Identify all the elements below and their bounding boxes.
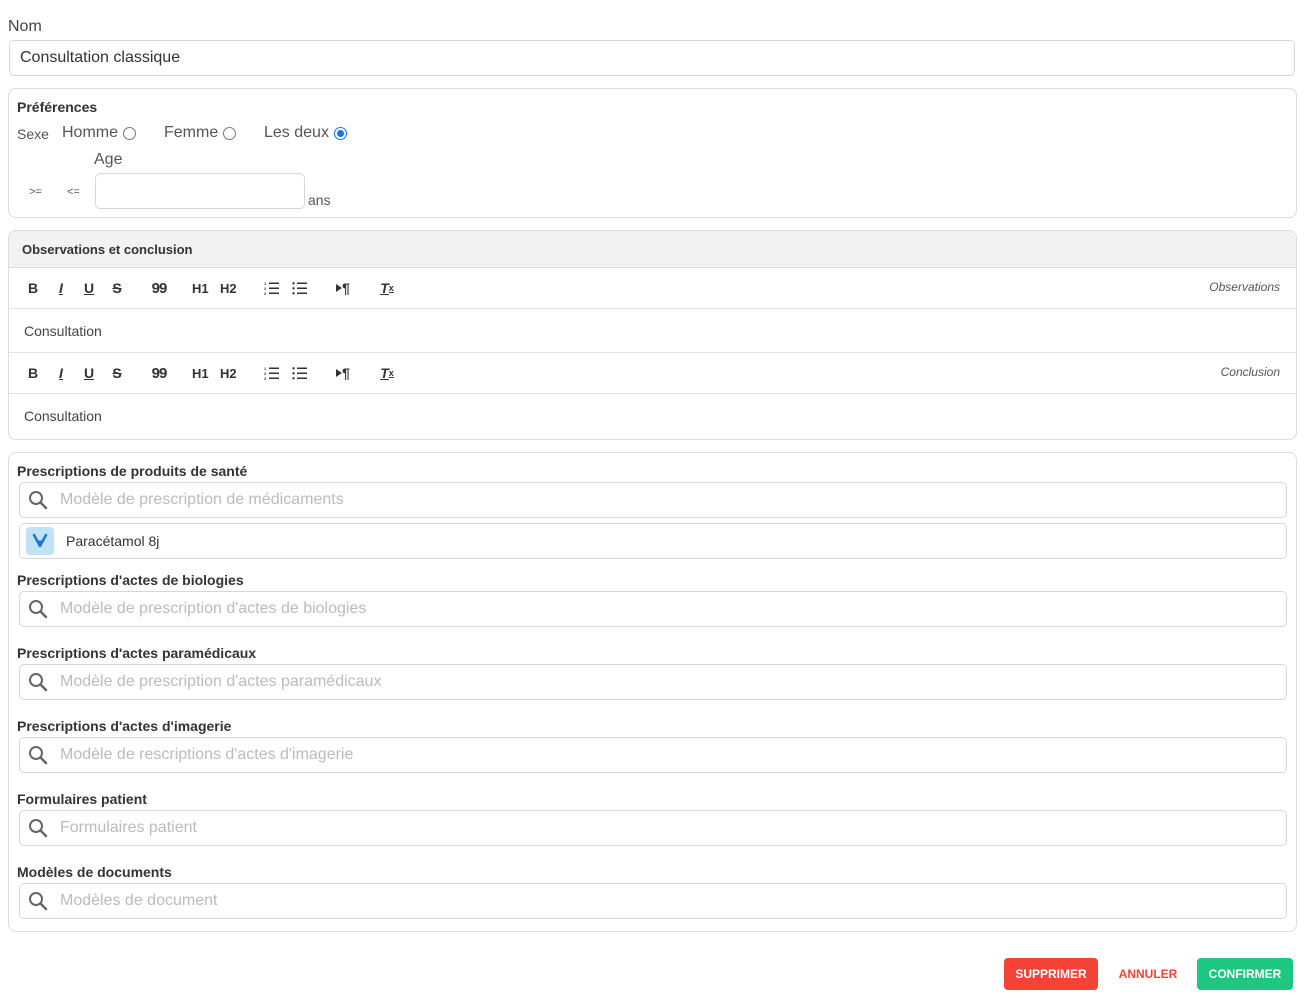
- biologies-title: Prescriptions d'actes de biologies: [17, 572, 244, 588]
- quote-button[interactable]: 99: [151, 363, 168, 383]
- search-icon: [29, 746, 48, 765]
- documents-search-input[interactable]: Modèles de document: [19, 883, 1287, 919]
- clear-format-button[interactable]: Tx: [379, 278, 395, 298]
- sexe-label: Sexe: [17, 126, 49, 142]
- preferences-title: Préférences: [17, 99, 98, 115]
- radio-femme-label: Femme: [164, 124, 219, 141]
- lte-label: <=: [67, 186, 80, 198]
- svg-text:3: 3: [264, 376, 267, 380]
- search-icon: [29, 600, 48, 619]
- confirm-button[interactable]: CONFIRMER: [1197, 958, 1293, 990]
- sante-placeholder: Modèle de prescription de médicaments: [60, 491, 344, 508]
- clear-x-icon: x: [388, 283, 394, 293]
- formulaires-placeholder: Formulaires patient: [60, 819, 197, 836]
- cancel-button[interactable]: ANNULER: [1108, 958, 1188, 990]
- radio-homme[interactable]: Homme: [62, 124, 137, 142]
- clear-format-glyph: T: [380, 365, 389, 381]
- sante-item[interactable]: Paracétamol 8j: [19, 523, 1287, 559]
- observations-editor[interactable]: Consultation: [9, 309, 1296, 353]
- paramedicaux-title: Prescriptions d'actes paramédicaux: [17, 645, 257, 661]
- radio-homme-label: Homme: [62, 124, 119, 141]
- quote-button[interactable]: 99: [151, 278, 168, 298]
- radio-les-deux-label: Les deux: [264, 124, 329, 141]
- radio-femme-button[interactable]: [223, 126, 237, 140]
- italic-button[interactable]: I: [53, 363, 69, 383]
- imagerie-placeholder: Modèle de rescriptions d'actes d'imageri…: [60, 746, 354, 763]
- italic-button[interactable]: I: [53, 278, 69, 298]
- delete-button[interactable]: SUPPRIMER: [1004, 958, 1098, 990]
- bullet-list-icon[interactable]: [292, 363, 308, 383]
- paragraph-direction-icon[interactable]: ¶: [335, 363, 351, 383]
- conclusion-toolbar: B I U S 99 H1 H2 123 ¶ Tx Conclusion: [9, 353, 1296, 394]
- pilcrow-glyph: ¶: [342, 280, 350, 296]
- age-input[interactable]: [95, 173, 305, 209]
- search-icon: [29, 892, 48, 911]
- radio-les-deux[interactable]: Les deux: [264, 124, 347, 142]
- conclusion-editor[interactable]: Consultation: [9, 394, 1296, 438]
- search-icon: [29, 673, 48, 692]
- biologies-placeholder: Modèle de prescription d'actes de biolog…: [60, 600, 367, 617]
- medication-icon: [26, 527, 54, 555]
- age-unit: ans: [308, 192, 331, 208]
- radio-homme-button[interactable]: [123, 126, 137, 140]
- underline-button[interactable]: U: [81, 363, 97, 383]
- radio-femme[interactable]: Femme: [164, 124, 237, 142]
- sante-search-input[interactable]: Modèle de prescription de médicaments: [19, 482, 1287, 518]
- clear-x-icon: x: [388, 368, 394, 378]
- imagerie-title: Prescriptions d'actes d'imagerie: [17, 718, 232, 734]
- prescriptions-card: Prescriptions de produits de santé Modèl…: [8, 452, 1297, 932]
- nom-input[interactable]: [9, 40, 1295, 76]
- paramedicaux-placeholder: Modèle de prescription d'actes paramédic…: [60, 673, 382, 690]
- formulaires-search-input[interactable]: Formulaires patient: [19, 810, 1287, 846]
- gte-label: >=: [29, 186, 42, 198]
- nom-label: Nom: [8, 18, 42, 35]
- conclusion-label: Conclusion: [1220, 365, 1280, 379]
- observations-header: Observations et conclusion: [9, 231, 1296, 268]
- h1-button[interactable]: H1: [192, 278, 209, 298]
- observations-card: Observations et conclusion B I U S 99 H1…: [8, 230, 1297, 440]
- bold-button[interactable]: B: [25, 363, 41, 383]
- strike-button[interactable]: S: [109, 363, 125, 383]
- radio-les-deux-button[interactable]: [333, 126, 347, 140]
- age-label: Age: [94, 151, 123, 168]
- documents-placeholder: Modèles de document: [60, 892, 218, 909]
- pilcrow-glyph: ¶: [342, 365, 350, 381]
- paramedicaux-search-input[interactable]: Modèle de prescription d'actes paramédic…: [19, 664, 1287, 700]
- bold-button[interactable]: B: [25, 278, 41, 298]
- h1-button[interactable]: H1: [192, 363, 209, 383]
- underline-button[interactable]: U: [81, 278, 97, 298]
- sante-title: Prescriptions de produits de santé: [17, 463, 248, 479]
- search-icon: [29, 819, 48, 838]
- ordered-list-icon[interactable]: 123: [264, 363, 280, 383]
- paragraph-direction-icon[interactable]: ¶: [335, 278, 351, 298]
- strike-button[interactable]: S: [109, 278, 125, 298]
- svg-text:3: 3: [264, 291, 267, 295]
- search-icon: [29, 491, 48, 510]
- bullet-list-icon[interactable]: [292, 278, 308, 298]
- imagerie-search-input[interactable]: Modèle de rescriptions d'actes d'imageri…: [19, 737, 1287, 773]
- observations-toolbar: B I U S 99 H1 H2 123 ¶ Tx Observations: [9, 268, 1296, 309]
- clear-format-button[interactable]: Tx: [379, 363, 395, 383]
- h2-button[interactable]: H2: [220, 363, 237, 383]
- formulaires-title: Formulaires patient: [17, 791, 147, 807]
- h2-button[interactable]: H2: [220, 278, 237, 298]
- observations-label: Observations: [1209, 280, 1280, 294]
- clear-format-glyph: T: [380, 280, 389, 296]
- documents-title: Modèles de documents: [17, 864, 172, 880]
- ordered-list-icon[interactable]: 123: [264, 278, 280, 298]
- preferences-card: Préférences Sexe Homme Femme Les deux Ag…: [8, 88, 1297, 218]
- sante-item-label: Paracétamol 8j: [66, 533, 160, 549]
- biologies-search-input[interactable]: Modèle de prescription d'actes de biolog…: [19, 591, 1287, 627]
